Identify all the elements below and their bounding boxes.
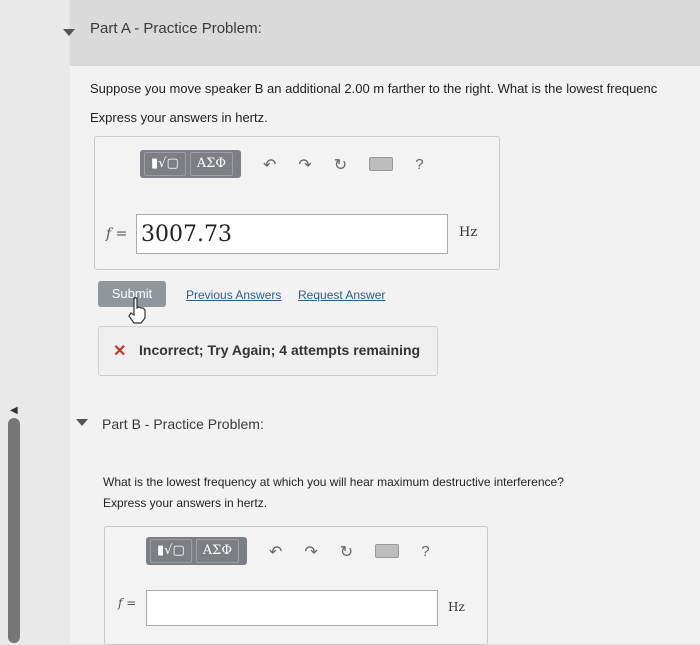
collapse-caret-icon[interactable] (63, 29, 75, 36)
part-b-instruction: Express your answers in hertz. (103, 496, 268, 510)
help-icon[interactable]: ? (421, 543, 429, 560)
keyboard-icon[interactable] (375, 544, 400, 558)
previous-answers-link[interactable]: Previous Answers (186, 288, 281, 302)
templates-button[interactable]: ▮√▢ (150, 539, 192, 563)
part-b-toolbar: ▮√▢ ΑΣΦ ↶ ↷ ↻ ? (146, 537, 430, 565)
feedback-box: ✕ Incorrect; Try Again; 4 attempts remai… (98, 326, 438, 376)
scroll-up-icon[interactable]: ◀ (10, 405, 18, 416)
help-icon[interactable]: ? (415, 156, 423, 173)
part-b-variable-label: f = (118, 596, 137, 610)
redo-icon[interactable]: ↷ (298, 155, 311, 174)
redo-icon[interactable]: ↷ (304, 542, 317, 561)
hand-cursor-icon (128, 297, 146, 324)
part-b-title: Part B - Practice Problem: (102, 416, 264, 432)
part-a-instruction: Express your answers in hertz. (90, 110, 268, 125)
part-b-question: What is the lowest frequency at which yo… (103, 475, 564, 489)
reset-icon[interactable]: ↻ (340, 542, 353, 561)
incorrect-x-icon: ✕ (113, 343, 127, 360)
toolbar-group: ▮√▢ ΑΣΦ (146, 537, 247, 565)
part-a-title: Part A - Practice Problem: (90, 20, 262, 37)
collapse-caret-icon[interactable] (76, 419, 88, 426)
part-a-toolbar: ▮√▢ ΑΣΦ ↶ ↷ ↻ ? (140, 150, 424, 178)
toolbar-group: ▮√▢ ΑΣΦ (140, 150, 241, 178)
part-b-answer-input[interactable] (146, 590, 438, 626)
undo-icon[interactable]: ↶ (263, 155, 276, 174)
part-a-answer-input[interactable]: 3007.73 (136, 214, 448, 254)
reset-icon[interactable]: ↻ (334, 155, 347, 174)
feedback-text: Incorrect; Try Again; 4 attempts remaini… (139, 342, 421, 358)
undo-icon[interactable]: ↶ (269, 542, 282, 561)
templates-button[interactable]: ▮√▢ (144, 152, 186, 176)
scrollbar[interactable] (8, 418, 20, 643)
keyboard-icon[interactable] (369, 157, 394, 171)
part-b-unit: Hz (448, 600, 465, 614)
request-answer-link[interactable]: Request Answer (298, 288, 385, 302)
greek-symbols-button[interactable]: ΑΣΦ (189, 152, 233, 176)
part-a-unit: Hz (459, 225, 478, 240)
part-a-variable-label: f = (106, 226, 128, 242)
greek-symbols-button[interactable]: ΑΣΦ (195, 539, 239, 563)
part-a-question: Suppose you move speaker B an additional… (90, 81, 658, 96)
